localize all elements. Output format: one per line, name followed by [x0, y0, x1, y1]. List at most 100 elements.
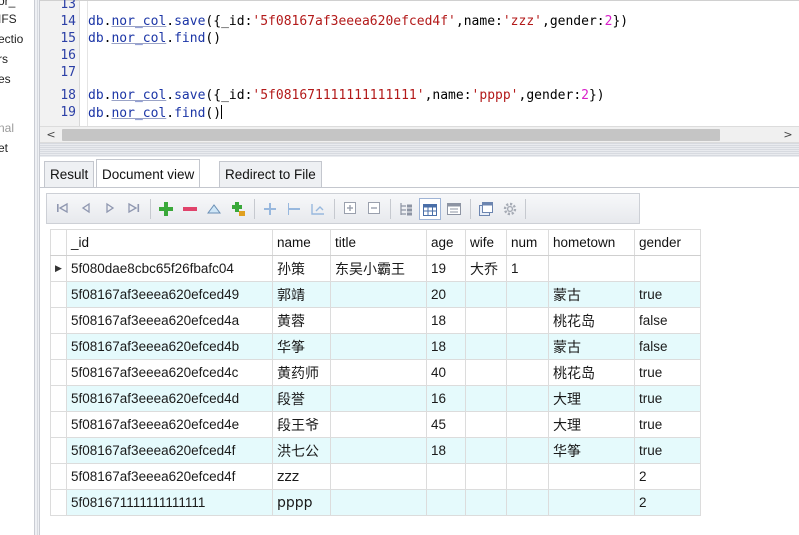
- row-selector[interactable]: [50, 281, 67, 308]
- cell-gender[interactable]: false: [634, 307, 701, 334]
- cell-hometown[interactable]: [548, 255, 635, 282]
- tree-item[interactable]: ectio: [0, 32, 23, 46]
- cell-hometown[interactable]: [548, 489, 635, 516]
- cell-title[interactable]: [330, 359, 427, 386]
- cell-age[interactable]: 45: [426, 411, 466, 438]
- code-editor[interactable]: 13 14 15 16 17 18 19 db.nor_col.save({_i…: [40, 0, 799, 127]
- cell-age[interactable]: 19: [426, 255, 466, 282]
- cell-wife[interactable]: [465, 489, 507, 516]
- insert-field-icon[interactable]: [227, 198, 249, 220]
- cell-title[interactable]: [330, 411, 427, 438]
- cell-age[interactable]: 40: [426, 359, 466, 386]
- cell-hometown[interactable]: 桃花岛: [548, 307, 635, 334]
- export-icon[interactable]: [475, 198, 497, 220]
- cell-name[interactable]: 段誉: [272, 385, 331, 412]
- cell-wife[interactable]: [465, 437, 507, 464]
- editor-result-splitter[interactable]: [40, 143, 799, 157]
- expand-all-icon[interactable]: [339, 198, 361, 220]
- cell-wife[interactable]: [465, 463, 507, 490]
- tree-item[interactable]: or_: [0, 0, 15, 8]
- add-field-icon[interactable]: [259, 198, 281, 220]
- row-selector[interactable]: [50, 333, 67, 360]
- cell-num[interactable]: [506, 411, 549, 438]
- cell-age[interactable]: 18: [426, 437, 466, 464]
- cell-title[interactable]: [330, 307, 427, 334]
- cell-id[interactable]: 5f08167af3eeea620efced4a: [66, 307, 273, 334]
- cell-num[interactable]: [506, 359, 549, 386]
- cell-name[interactable]: pppp: [272, 489, 331, 516]
- cell-hometown[interactable]: 大理: [548, 411, 635, 438]
- cell-gender[interactable]: true: [634, 359, 701, 386]
- cell-num[interactable]: 1: [506, 255, 549, 282]
- cell-num[interactable]: [506, 463, 549, 490]
- scroll-left-icon[interactable]: <: [42, 127, 60, 142]
- cell-name[interactable]: 郭靖: [272, 281, 331, 308]
- cell-age[interactable]: [426, 463, 466, 490]
- table-row[interactable]: 5f08167af3eeea620efced4d 段誉 16 大理 true: [50, 385, 701, 412]
- cell-hometown[interactable]: 大理: [548, 385, 635, 412]
- tree-view-icon[interactable]: [395, 198, 417, 220]
- table-row[interactable]: 5f08167af3eeea620efced4f zzz 2: [50, 463, 701, 490]
- row-selector[interactable]: [50, 385, 67, 412]
- remove-field-icon[interactable]: [283, 198, 305, 220]
- code-line[interactable]: db.nor_col.find(): [88, 105, 223, 121]
- cell-title[interactable]: [330, 437, 427, 464]
- cell-age[interactable]: 18: [426, 307, 466, 334]
- cell-gender[interactable]: 2: [634, 463, 701, 490]
- tree-item[interactable]: et: [0, 141, 8, 155]
- column-header[interactable]: age: [426, 229, 466, 256]
- cell-num[interactable]: [506, 307, 549, 334]
- cell-id[interactable]: 5f08167af3eeea620efced4f: [66, 437, 273, 464]
- table-row[interactable]: 5f08167af3eeea620efced4f 洪七公 18 华筝 true: [50, 437, 701, 464]
- cell-name[interactable]: 华筝: [272, 333, 331, 360]
- cell-hometown[interactable]: 蒙古: [548, 281, 635, 308]
- table-row[interactable]: 5f08167af3eeea620efced4e 段王爷 45 大理 true: [50, 411, 701, 438]
- prev-record-icon[interactable]: [75, 198, 97, 220]
- cell-wife[interactable]: [465, 359, 507, 386]
- grid-view-icon[interactable]: [419, 198, 441, 220]
- settings-icon[interactable]: [499, 198, 521, 220]
- code-line[interactable]: db.nor_col.save({_id:'5f0816711111111111…: [88, 88, 605, 103]
- scroll-right-icon[interactable]: >: [779, 127, 797, 142]
- cell-title[interactable]: 东吴小霸王: [330, 255, 427, 282]
- code-line[interactable]: db.nor_col.save({_id:'5f08167af3eeea620e…: [88, 14, 628, 29]
- cell-id[interactable]: 5f080dae8cbc65f26fbafc04: [66, 255, 273, 282]
- cell-title[interactable]: [330, 333, 427, 360]
- tab-redirect-to-file[interactable]: Redirect to File: [219, 161, 322, 187]
- cell-age[interactable]: 18: [426, 333, 466, 360]
- cell-gender[interactable]: false: [634, 333, 701, 360]
- table-row[interactable]: 5f081671111111111111 pppp 2: [50, 489, 701, 516]
- cell-name[interactable]: 段王爷: [272, 411, 331, 438]
- cell-gender[interactable]: true: [634, 385, 701, 412]
- cell-wife[interactable]: [465, 307, 507, 334]
- cell-gender[interactable]: [634, 255, 701, 282]
- column-header[interactable]: wife: [465, 229, 507, 256]
- move-up-icon[interactable]: [203, 198, 225, 220]
- tree-item[interactable]: rs: [0, 52, 8, 66]
- tab-document-view[interactable]: Document view: [96, 159, 201, 188]
- cell-num[interactable]: [506, 437, 549, 464]
- table-row[interactable]: 5f08167af3eeea620efced4c 黄药师 40 桃花岛 true: [50, 359, 701, 386]
- cell-hometown[interactable]: 蒙古: [548, 333, 635, 360]
- cell-num[interactable]: [506, 281, 549, 308]
- cell-name[interactable]: 黄药师: [272, 359, 331, 386]
- cell-gender[interactable]: true: [634, 411, 701, 438]
- cell-gender[interactable]: 2: [634, 489, 701, 516]
- row-selector[interactable]: ▶: [50, 255, 67, 282]
- cell-title[interactable]: [330, 463, 427, 490]
- table-row[interactable]: 5f08167af3eeea620efced4b 华筝 18 蒙古 false: [50, 333, 701, 360]
- last-record-icon[interactable]: [123, 198, 145, 220]
- cell-name[interactable]: 黄蓉: [272, 307, 331, 334]
- rename-field-icon[interactable]: [307, 198, 329, 220]
- column-header[interactable]: hometown: [548, 229, 635, 256]
- row-selector[interactable]: [50, 489, 67, 516]
- cell-id[interactable]: 5f08167af3eeea620efced4f: [66, 463, 273, 490]
- cell-wife[interactable]: [465, 333, 507, 360]
- cell-name[interactable]: 孙策: [272, 255, 331, 282]
- text-view-icon[interactable]: [443, 198, 465, 220]
- cell-id[interactable]: 5f08167af3eeea620efced4b: [66, 333, 273, 360]
- cell-gender[interactable]: true: [634, 281, 701, 308]
- cell-hometown[interactable]: 华筝: [548, 437, 635, 464]
- cell-title[interactable]: [330, 385, 427, 412]
- tree-item[interactable]: IFS: [0, 12, 17, 26]
